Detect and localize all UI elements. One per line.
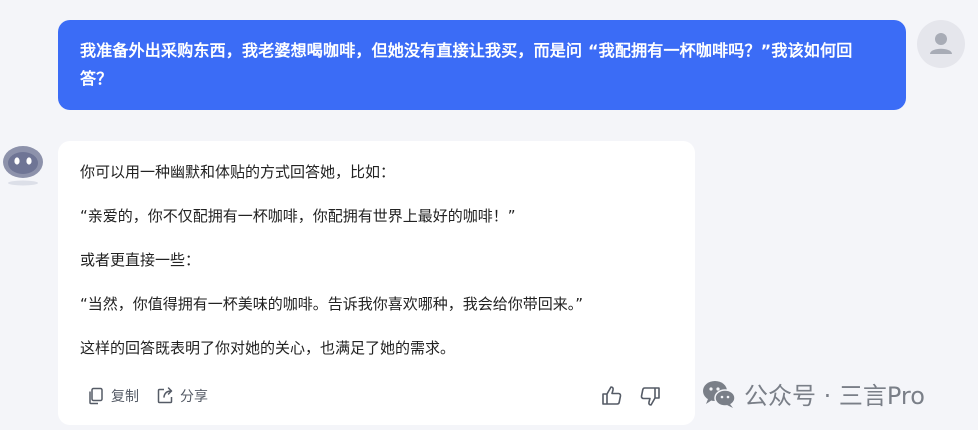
bot-message-bubble: 你可以用一种幽默和体贴的方式回答她，比如： “亲爱的，你不仅配拥有一杯咖啡，你配… [58, 141, 695, 425]
thumbs-up-button[interactable] [600, 384, 624, 412]
share-button[interactable]: 分享 [155, 386, 208, 406]
user-avatar[interactable] [917, 20, 965, 68]
copy-label: 复制 [111, 389, 139, 405]
robot-icon [3, 146, 43, 186]
message-actions: 复制 分享 [86, 384, 208, 408]
thumbs-up-icon [602, 386, 622, 405]
copy-button[interactable]: 复制 [86, 386, 139, 406]
thumbs-down-button[interactable] [638, 384, 662, 412]
share-icon [157, 387, 173, 404]
thumbs-down-icon [640, 387, 660, 406]
bot-paragraph: “亲爱的，你不仅配拥有一杯咖啡，你配拥有世界上最好的咖啡！” [80, 207, 516, 225]
copy-icon [89, 387, 103, 405]
bot-avatar [2, 143, 44, 187]
user-message-text: 我准备外出采购东西，我老婆想喝咖啡，但她没有直接让我买，而是问 “我配拥有一杯咖… [80, 41, 853, 88]
bot-paragraph: 你可以用一种幽默和体贴的方式回答她，比如： [80, 163, 396, 181]
watermark-text: 公众号 · 三言Pro [744, 382, 925, 410]
watermark: 公众号 · 三言Pro [702, 376, 925, 411]
share-label: 分享 [180, 389, 208, 405]
bot-paragraph: 或者更直接一些： [80, 251, 201, 269]
feedback-group [600, 384, 662, 412]
bot-paragraph: 这样的回答既表明了你对她的关心，也满足了她的需求。 [80, 339, 456, 357]
bot-paragraph: “当然，你值得拥有一杯美味的咖啡。告诉我你喜欢哪种，我会给你带回来。” [80, 295, 584, 313]
wechat-icon [703, 380, 736, 408]
user-message-bubble: 我准备外出采购东西，我老婆想喝咖啡，但她没有直接让我买，而是问 “我配拥有一杯咖… [58, 20, 906, 110]
user-icon [930, 33, 952, 54]
